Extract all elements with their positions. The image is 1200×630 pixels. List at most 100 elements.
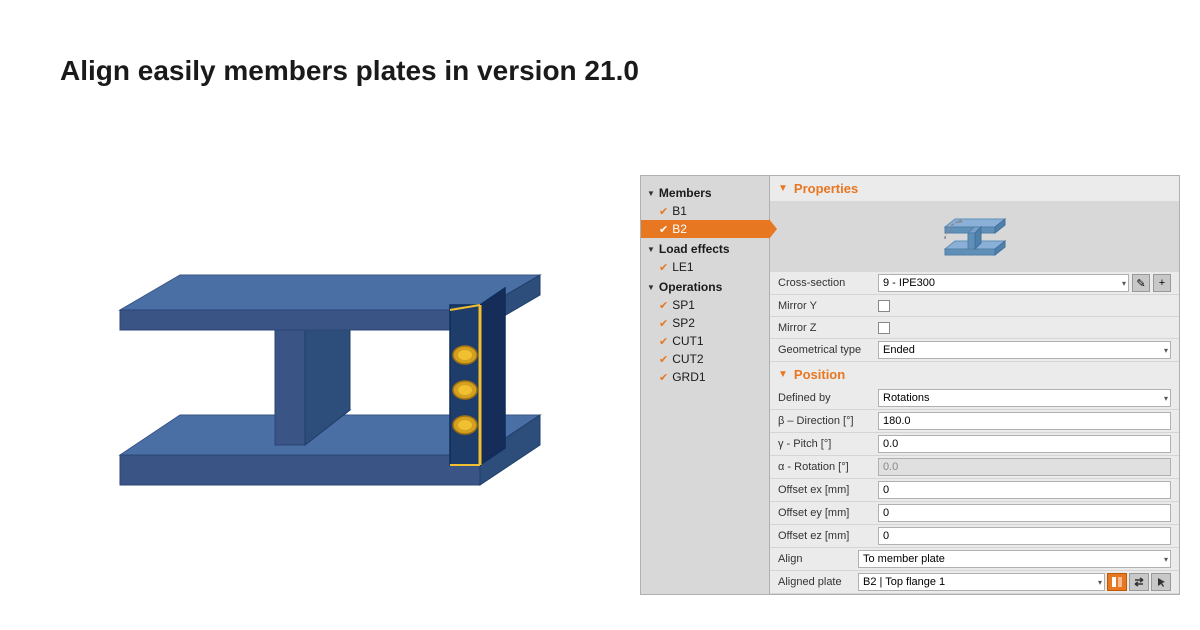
aligned-plate-label: Aligned plate xyxy=(778,576,858,588)
offset-ez-value-wrap xyxy=(878,527,1171,545)
operations-section: ▼ Operations ✔ SP1 ✔ SP2 ✔ CUT1 ✔ CUT2 ✔… xyxy=(641,278,769,386)
cross-section-edit-button[interactable]: ✎ xyxy=(1132,274,1150,292)
direction-value-wrap xyxy=(878,412,1171,430)
geometrical-type-row: Geometrical type Ended ▾ xyxy=(770,339,1179,362)
tree-item-grd1[interactable]: ✔ GRD1 xyxy=(641,368,769,386)
tree-item-le1[interactable]: ✔ LE1 xyxy=(641,258,769,276)
operations-arrow: ▼ xyxy=(647,283,655,292)
offset-ez-label: Offset ez [mm] xyxy=(778,530,878,542)
load-effects-arrow: ▼ xyxy=(647,245,655,254)
member-preview-icon xyxy=(940,209,1010,264)
mirror-z-row: Mirror Z xyxy=(770,317,1179,339)
aligned-plate-value-wrap: B2 | Top flange 1 ▾ xyxy=(858,573,1171,591)
direction-input[interactable] xyxy=(878,412,1171,430)
page-title: Align easily members plates in version 2… xyxy=(60,55,639,87)
align-select-wrap[interactable]: To member plate ▾ xyxy=(858,550,1171,568)
mirror-y-row: Mirror Y xyxy=(770,295,1179,317)
right-panel: ▼ Members ✔ B1 ✔ B2 ▼ Load effects ✔ LE1 xyxy=(640,175,1180,595)
rotation-row: α - Rotation [°] xyxy=(770,456,1179,479)
cross-section-select-wrap[interactable]: 9 - IPE300 ▾ xyxy=(878,274,1129,292)
b2-label: B2 xyxy=(672,222,687,236)
cross-section-add-button[interactable]: + xyxy=(1153,274,1171,292)
defined-by-value-wrap: Rotations ▾ xyxy=(878,389,1171,407)
related-plate-row: Related plate B1 | Top flange 1 ▾ xyxy=(770,594,1179,595)
members-arrow: ▼ xyxy=(647,189,655,198)
tree-panel: ▼ Members ✔ B1 ✔ B2 ▼ Load effects ✔ LE1 xyxy=(640,175,770,595)
defined-by-row: Defined by Rotations ▾ xyxy=(770,387,1179,410)
offset-ex-value-wrap xyxy=(878,481,1171,499)
mirror-z-label: Mirror Z xyxy=(778,322,878,334)
cut1-check: ✔ xyxy=(659,335,668,348)
b1-label: B1 xyxy=(672,204,687,218)
geometrical-type-value-wrap: Ended ▾ xyxy=(878,341,1171,359)
mirror-z-checkbox[interactable] xyxy=(878,322,890,334)
offset-ey-label: Offset ey [mm] xyxy=(778,507,878,519)
offset-ey-value-wrap xyxy=(878,504,1171,522)
offset-ex-label: Offset ex [mm] xyxy=(778,484,878,496)
defined-by-select[interactable]: Rotations xyxy=(878,389,1171,407)
tree-item-sp1[interactable]: ✔ SP1 xyxy=(641,296,769,314)
members-label: Members xyxy=(659,186,712,200)
offset-ex-input[interactable] xyxy=(878,481,1171,499)
offset-ey-input[interactable] xyxy=(878,504,1171,522)
geometrical-type-select-wrap[interactable]: Ended ▾ xyxy=(878,341,1171,359)
aligned-plate-orange-btn[interactable] xyxy=(1107,573,1127,591)
align-select[interactable]: To member plate xyxy=(858,550,1171,568)
geometrical-type-select[interactable]: Ended xyxy=(878,341,1171,359)
pitch-value-wrap xyxy=(878,435,1171,453)
le1-label: LE1 xyxy=(672,260,693,274)
direction-label: β – Direction [°] xyxy=(778,415,878,427)
mirror-y-label: Mirror Y xyxy=(778,300,878,312)
members-section: ▼ Members ✔ B1 ✔ B2 xyxy=(641,184,769,238)
aligned-plate-row: Aligned plate B2 | Top flange 1 ▾ xyxy=(770,571,1179,594)
model-area xyxy=(40,140,640,560)
offset-ez-input[interactable] xyxy=(878,527,1171,545)
offset-ey-row: Offset ey [mm] xyxy=(770,502,1179,525)
rotation-label: α - Rotation [°] xyxy=(778,461,878,473)
cut2-label: CUT2 xyxy=(672,352,703,366)
cut1-label: CUT1 xyxy=(672,334,703,348)
rotation-input[interactable] xyxy=(878,458,1171,476)
properties-panel: ▼ Properties Cross-section xyxy=(770,175,1180,595)
rotation-value-wrap xyxy=(878,458,1171,476)
tree-item-cut1[interactable]: ✔ CUT1 xyxy=(641,332,769,350)
b2-check: ✔ xyxy=(659,223,668,236)
align-row: Align To member plate ▾ xyxy=(770,548,1179,571)
aligned-plate-select[interactable]: B2 | Top flange 1 xyxy=(858,573,1105,591)
aligned-plate-swap-btn[interactable] xyxy=(1129,573,1149,591)
cross-section-value-wrap: 9 - IPE300 ▾ ✎ + xyxy=(878,274,1171,292)
direction-row: β – Direction [°] xyxy=(770,410,1179,433)
operations-header[interactable]: ▼ Operations xyxy=(641,278,769,296)
load-effects-header[interactable]: ▼ Load effects xyxy=(641,240,769,258)
cut2-check: ✔ xyxy=(659,353,668,366)
b1-check: ✔ xyxy=(659,205,668,218)
sp1-label: SP1 xyxy=(672,298,695,312)
grd1-check: ✔ xyxy=(659,371,668,384)
tree-item-b2[interactable]: ✔ B2 xyxy=(641,220,769,238)
mirror-y-value xyxy=(878,300,1171,312)
defined-by-select-wrap[interactable]: Rotations ▾ xyxy=(878,389,1171,407)
tree-item-cut2[interactable]: ✔ CUT2 xyxy=(641,350,769,368)
cross-section-select[interactable]: 9 - IPE300 xyxy=(878,274,1129,292)
mirror-z-value xyxy=(878,322,1171,334)
aligned-plate-select-wrap[interactable]: B2 | Top flange 1 ▾ xyxy=(858,573,1105,591)
position-section-label: Position xyxy=(794,367,845,382)
cross-section-row: Cross-section 9 - IPE300 ▾ ✎ + xyxy=(770,272,1179,295)
pitch-row: γ - Pitch [°] xyxy=(770,433,1179,456)
tree-item-b1[interactable]: ✔ B1 xyxy=(641,202,769,220)
sp2-check: ✔ xyxy=(659,317,668,330)
beam-3d-model xyxy=(60,155,620,545)
le1-check: ✔ xyxy=(659,261,668,274)
geometrical-type-label: Geometrical type xyxy=(778,344,878,356)
align-label: Align xyxy=(778,553,858,565)
grd1-label: GRD1 xyxy=(672,370,705,384)
members-header[interactable]: ▼ Members xyxy=(641,184,769,202)
align-value-wrap: To member plate ▾ xyxy=(858,550,1171,568)
sp2-label: SP2 xyxy=(672,316,695,330)
preview-box xyxy=(770,201,1179,272)
pitch-label: γ - Pitch [°] xyxy=(778,438,878,450)
mirror-y-checkbox[interactable] xyxy=(878,300,890,312)
tree-item-sp2[interactable]: ✔ SP2 xyxy=(641,314,769,332)
aligned-plate-cursor-btn[interactable] xyxy=(1151,573,1171,591)
pitch-input[interactable] xyxy=(878,435,1171,453)
